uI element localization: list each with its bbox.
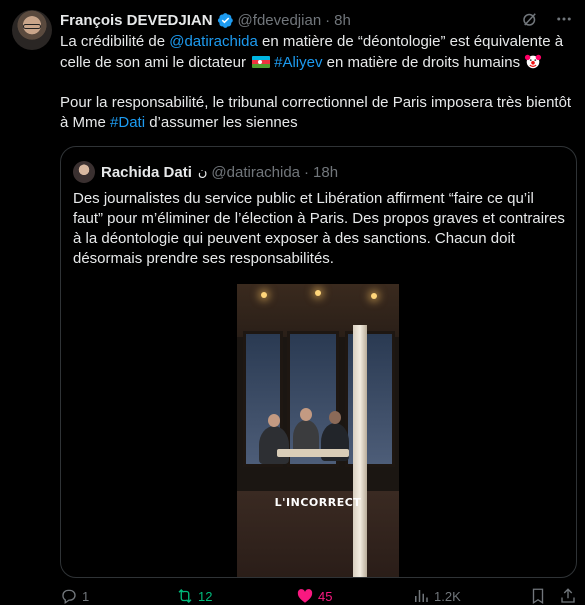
azerbaijan-flag-icon <box>252 56 271 68</box>
quoted-author-avatar[interactable] <box>73 161 95 183</box>
tweet-paragraph-2: Pour la responsabilité, le tribunal corr… <box>60 93 572 133</box>
cafe-table <box>277 449 349 458</box>
views-chart-icon <box>412 587 430 605</box>
tweet-timestamp[interactable]: 8h <box>334 12 351 29</box>
author-name[interactable]: François DEVEDJIAN <box>60 12 213 29</box>
author-avatar[interactable] <box>12 10 52 50</box>
text-segment: en matière de droits humains <box>322 54 521 71</box>
repost-button[interactable]: 12 <box>176 586 212 605</box>
heart-icon <box>296 587 314 605</box>
reply-button[interactable]: 1 <box>60 586 89 605</box>
views-button[interactable]: 1.2K <box>412 586 461 605</box>
separator-dot: · <box>304 163 310 181</box>
grok-icon[interactable] <box>521 10 539 28</box>
quoted-author-handle[interactable]: @datirachida <box>211 164 300 181</box>
hashtag-link[interactable]: #Aliyev <box>274 54 322 71</box>
share-icon <box>559 587 577 605</box>
person-head <box>268 413 280 427</box>
clown-emoji-icon <box>524 52 542 70</box>
text-segment: d’assumer les siennes <box>145 114 298 131</box>
reply-count: 1 <box>82 588 90 604</box>
quoted-tweet-timestamp[interactable]: 18h <box>313 164 338 181</box>
cafe-pillar <box>353 325 367 577</box>
name-arabic-mark: ن <box>197 164 208 179</box>
person-head <box>329 410 341 424</box>
separator-dot: · <box>325 11 331 29</box>
author-handle[interactable]: @fdevedjian <box>238 12 322 29</box>
share-button[interactable] <box>559 586 577 605</box>
tweet-action-bar: 1 12 45 1.2K <box>60 586 577 605</box>
quoted-tweet-text: Des journalistes du service public et Li… <box>73 190 565 267</box>
tweet-header: François DEVEDJIAN @fdevedjian · 8h <box>60 10 351 30</box>
hashtag-link[interactable]: #Dati <box>110 114 145 131</box>
person-head <box>300 407 312 421</box>
quoted-tweet-header: Rachida Dati ن @datirachida · 18h <box>101 161 338 183</box>
reply-icon <box>60 587 78 605</box>
bookmark-button[interactable] <box>529 586 547 605</box>
mention-link[interactable]: @datirachida <box>169 33 258 50</box>
views-count: 1.2K <box>434 588 461 604</box>
tweet-paragraph-1: La crédibilité de @datirachida en matièr… <box>60 32 572 73</box>
tweet-text: La crédibilité de @datirachida en matièr… <box>60 32 572 133</box>
quoted-tweet-video[interactable]: L'INCORRECT <box>237 284 399 577</box>
text-segment: La crédibilité de <box>60 33 170 50</box>
like-count: 45 <box>318 588 333 604</box>
bookmark-icon <box>529 587 547 605</box>
ceiling-light <box>261 292 267 298</box>
tweet-top-actions <box>521 10 573 28</box>
ceiling-light <box>371 293 377 299</box>
video-watermark: L'INCORRECT <box>274 496 362 509</box>
verified-badge-icon <box>217 12 234 29</box>
tweet[interactable]: François DEVEDJIAN @fdevedjian · 8h La c… <box>0 0 585 605</box>
quoted-tweet[interactable]: Rachida Dati ن @datirachida · 18h Des jo… <box>60 146 577 578</box>
ceiling-light <box>315 290 321 296</box>
repost-icon <box>176 587 194 605</box>
like-button[interactable]: 45 <box>296 586 332 605</box>
more-options-icon[interactable] <box>555 10 573 28</box>
seated-person <box>259 425 289 464</box>
repost-count: 12 <box>198 588 213 604</box>
quoted-author-name[interactable]: Rachida Dati <box>101 164 192 181</box>
